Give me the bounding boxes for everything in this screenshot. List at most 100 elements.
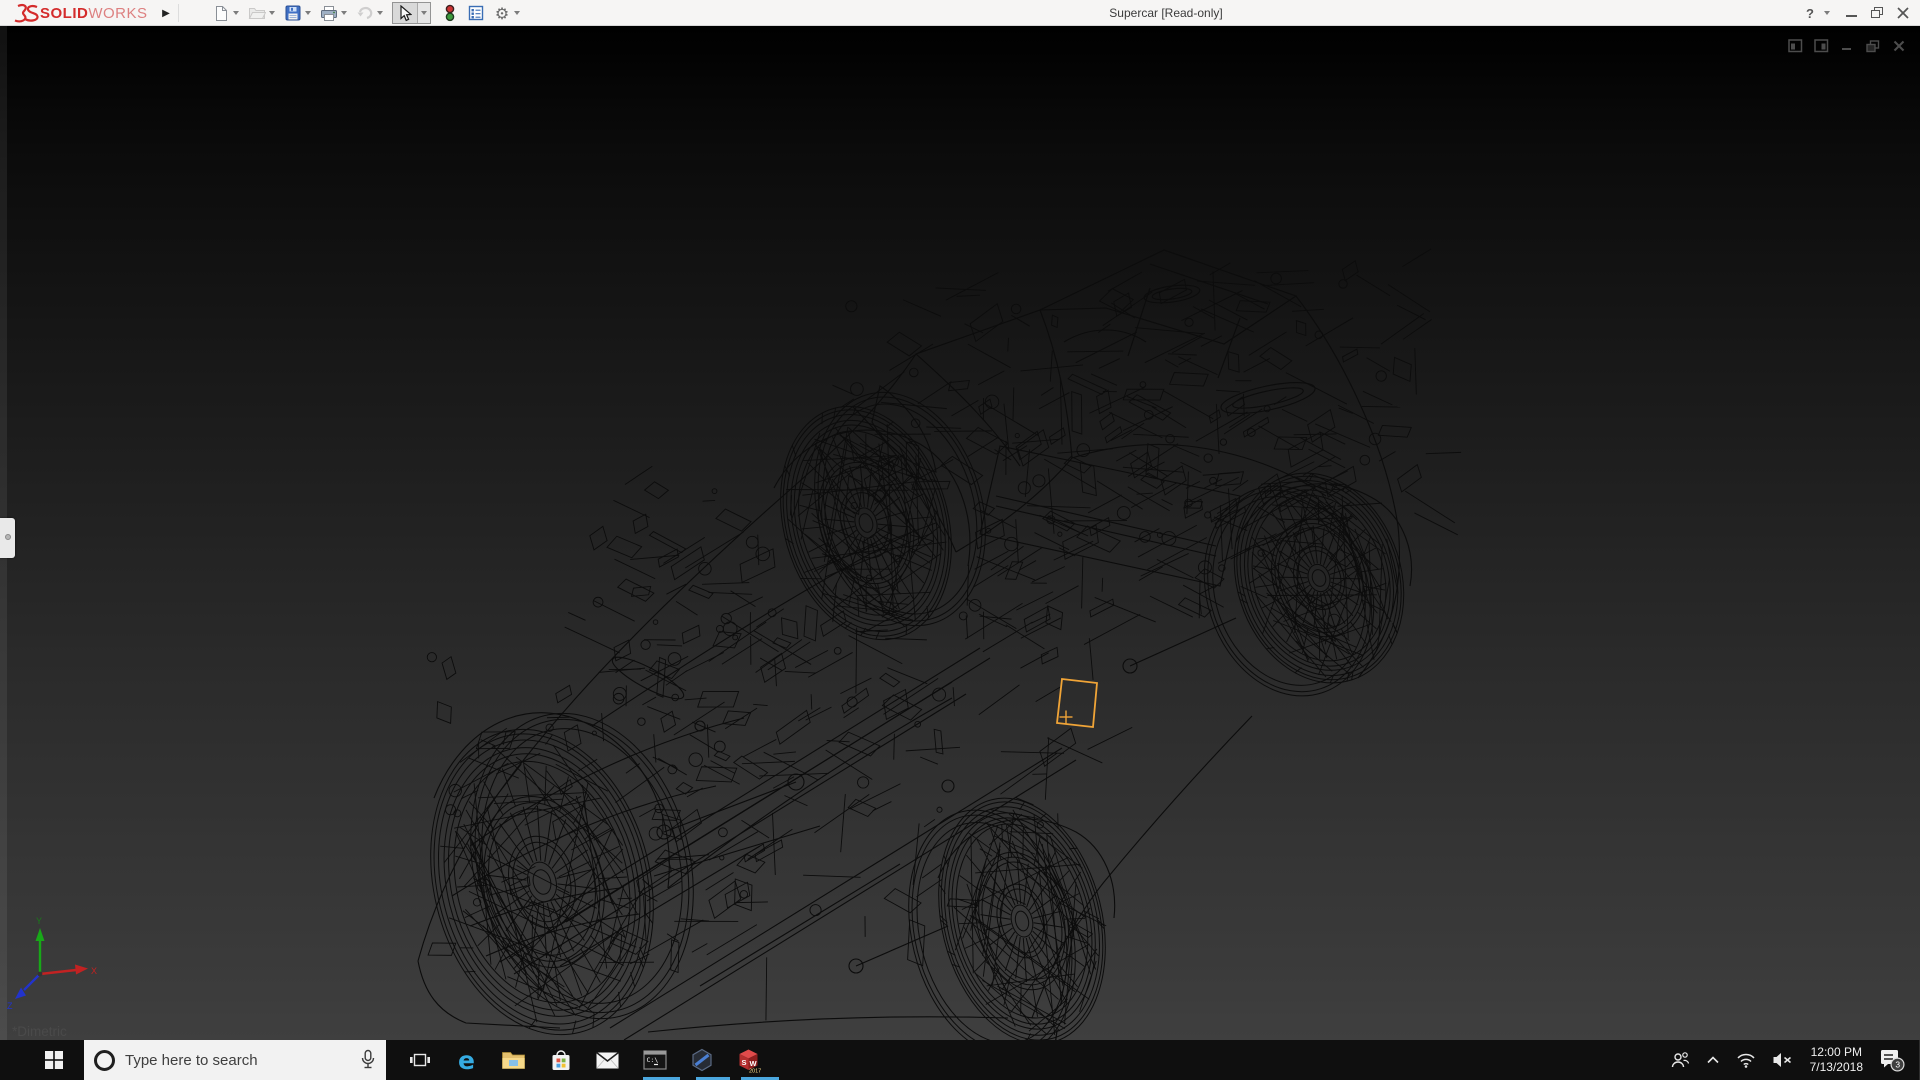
- restore-icon: [1871, 7, 1883, 19]
- show-hidden-icons-button[interactable]: [1698, 1040, 1728, 1080]
- close-button[interactable]: [1890, 2, 1916, 24]
- solidworks-app-button[interactable]: S W 2017: [725, 1040, 772, 1080]
- undo-icon: [356, 5, 374, 21]
- doc-minimize-button[interactable]: [1834, 36, 1860, 56]
- new-document-button[interactable]: [210, 2, 232, 24]
- clock-date: 7/13/2018: [1810, 1060, 1863, 1075]
- file-explorer-button[interactable]: [490, 1040, 537, 1080]
- stoplight-icon: [444, 4, 456, 22]
- edge-icon: e: [458, 1048, 475, 1073]
- file-properties-icon: [468, 5, 484, 21]
- volume-button[interactable]: [1764, 1040, 1802, 1080]
- sw-letter-w: W: [750, 1059, 758, 1068]
- close-icon: [1897, 7, 1909, 19]
- task-view-icon: [409, 1051, 431, 1069]
- open-dropdown-caret[interactable]: [269, 11, 275, 15]
- file-properties-button[interactable]: [465, 2, 487, 24]
- store-icon: [549, 1049, 573, 1072]
- car-wireframe: YXZ *Dimetric: [0, 26, 1920, 1040]
- microphone-icon[interactable]: [360, 1049, 376, 1071]
- print-button[interactable]: [318, 2, 340, 24]
- open-folder-icon: [248, 5, 266, 21]
- wifi-icon: [1736, 1052, 1756, 1068]
- system-tray: 12:00 PM 7/13/2018 3: [1662, 1040, 1920, 1080]
- wifi-button[interactable]: [1728, 1040, 1764, 1080]
- featuremanager-collapsed-tab[interactable]: [0, 518, 15, 558]
- quick-access-toolbar: ⚙: [206, 0, 523, 26]
- people-button[interactable]: [1662, 1040, 1698, 1080]
- taskbar-app-icons: e: [396, 1040, 772, 1080]
- doc-restore-button[interactable]: [1860, 36, 1886, 56]
- new-dropdown-caret[interactable]: [233, 11, 239, 15]
- triad-x-label: X: [91, 966, 97, 976]
- view-orientation-label: *Dimetric: [12, 1024, 67, 1039]
- edge-button[interactable]: e: [443, 1040, 490, 1080]
- people-icon: [1670, 1051, 1690, 1069]
- options-dropdown-caret[interactable]: [514, 11, 520, 15]
- command-prompt-button[interactable]: C:\: [631, 1040, 678, 1080]
- solidworks-app-icon: S W 2017: [736, 1048, 761, 1073]
- document-window-controls: [1782, 36, 1912, 56]
- save-icon: [285, 5, 301, 21]
- chevron-up-icon: [1706, 1055, 1720, 1065]
- solidworks-logo-icon: [10, 2, 40, 24]
- print-icon: [320, 5, 338, 22]
- gear-icon: ⚙: [495, 4, 509, 23]
- hexagon-app-icon: [690, 1048, 714, 1072]
- task-view-button[interactable]: [396, 1040, 443, 1080]
- print-dropdown-caret[interactable]: [341, 11, 347, 15]
- select-dropdown-caret[interactable]: [417, 3, 430, 23]
- options-button[interactable]: ⚙: [491, 2, 513, 24]
- sw-letter-s: S: [742, 1058, 747, 1067]
- window-controls: ?: [1797, 0, 1916, 26]
- windows-logo-icon: [45, 1051, 63, 1069]
- select-cursor-icon: [398, 5, 412, 22]
- brand-text: SOLIDWORKS: [40, 5, 148, 22]
- select-tool-button[interactable]: [393, 5, 417, 22]
- start-button[interactable]: [24, 1040, 84, 1080]
- toolbar-separator: [178, 4, 179, 22]
- volume-muted-icon: [1772, 1052, 1794, 1068]
- document-title: Supercar [Read-only]: [1109, 0, 1222, 26]
- help-dropdown-caret[interactable]: [1824, 11, 1830, 15]
- undo-dropdown-caret[interactable]: [377, 11, 383, 15]
- pane-right-button[interactable]: [1808, 36, 1834, 56]
- new-document-icon: [213, 5, 230, 22]
- titlebar: SOLIDWORKS ▶: [0, 0, 1920, 26]
- pane-right-icon: [1814, 39, 1829, 53]
- clock-time: 12:00 PM: [1810, 1045, 1863, 1060]
- hexagon-app-button[interactable]: [678, 1040, 725, 1080]
- doc-close-icon: [1893, 40, 1905, 52]
- minimize-button[interactable]: [1838, 2, 1864, 24]
- windows-taskbar: e: [0, 1040, 1920, 1080]
- doc-close-button[interactable]: [1886, 36, 1912, 56]
- taskbar-search: [84, 1040, 386, 1080]
- cmd-prompt-text: C:\: [646, 1056, 658, 1064]
- doc-minimize-icon: [1841, 40, 1853, 52]
- select-tool-group: [392, 2, 431, 24]
- selection-box: [1057, 679, 1097, 727]
- save-button[interactable]: [282, 2, 304, 24]
- undo-button[interactable]: [354, 2, 376, 24]
- sw-year: 2017: [749, 1068, 761, 1073]
- minimize-icon: [1846, 15, 1857, 17]
- restore-button[interactable]: [1864, 2, 1890, 24]
- graphics-area[interactable]: YXZ *Dimetric: [0, 26, 1920, 1040]
- pane-left-icon: [1788, 39, 1803, 53]
- action-center-button[interactable]: 3: [1871, 1040, 1919, 1080]
- file-explorer-icon: [501, 1050, 526, 1071]
- menu-flyout-arrow[interactable]: ▶: [158, 3, 174, 23]
- open-button[interactable]: [246, 2, 268, 24]
- orientation-triad[interactable]: YXZ: [7, 916, 97, 1011]
- taskbar-clock[interactable]: 12:00 PM 7/13/2018: [1802, 1045, 1871, 1075]
- command-prompt-icon: C:\: [643, 1050, 667, 1070]
- search-input[interactable]: [125, 1052, 360, 1069]
- stoplight-button[interactable]: [439, 2, 461, 24]
- help-icon: ?: [1806, 6, 1814, 21]
- save-dropdown-caret[interactable]: [305, 11, 311, 15]
- mail-button[interactable]: [584, 1040, 631, 1080]
- help-button[interactable]: ?: [1797, 2, 1823, 24]
- store-button[interactable]: [537, 1040, 584, 1080]
- cortana-icon[interactable]: [94, 1050, 115, 1071]
- pane-left-button[interactable]: [1782, 36, 1808, 56]
